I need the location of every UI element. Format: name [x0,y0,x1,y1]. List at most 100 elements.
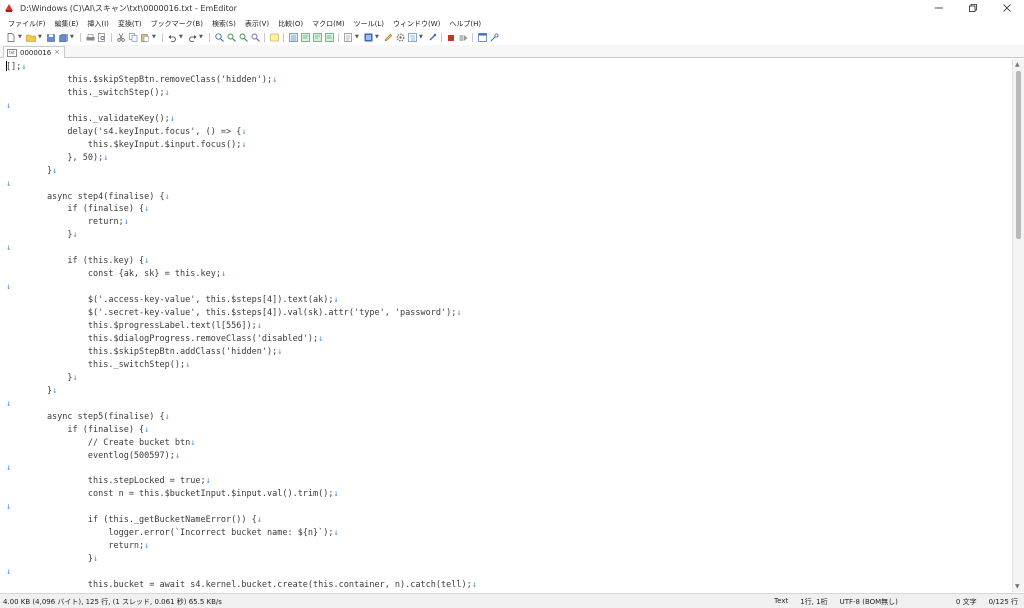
close-button[interactable] [990,0,1024,16]
open-dropdown-caret[interactable]: ▼ [38,33,43,42]
editor-line: if (this._getBucketNameError()) {↓ [6,514,262,527]
editor-line: // Create bucket btn↓ [6,437,195,450]
outline-dropdown-caret[interactable]: ▼ [419,33,424,42]
paste-button[interactable] [140,33,150,42]
wrap-page-icon [324,33,334,42]
newline-mark-icon: ↓ [220,269,227,280]
scroll-up-arrow-icon[interactable]: ▲ [1015,61,1020,68]
menu-macro[interactable]: マクロ(M) [312,19,345,29]
maximize-button[interactable] [956,0,990,16]
undo-dropdown-caret[interactable]: ▼ [179,33,184,42]
newline-mark-icon: ↓ [241,126,247,137]
redo-button[interactable] [187,33,197,42]
menu-search[interactable]: 検索(S) [212,19,236,29]
newline-mark-icon: ↓ [190,437,196,448]
settings-icon [396,33,404,42]
config-dropdown-caret[interactable]: ▼ [375,33,380,42]
menu-insert[interactable]: 挿入(I) [87,19,109,29]
minimize-button[interactable] [922,0,956,16]
cursor-position-status[interactable]: 1行, 1桁 [800,597,827,607]
open-file-button[interactable] [26,33,36,42]
font-dropdown-caret[interactable]: ▼ [355,33,360,42]
plugin-button[interactable] [489,33,499,42]
find-button[interactable] [214,33,224,42]
paste-dropdown-caret[interactable]: ▼ [152,33,157,42]
wrap-none-button[interactable] [288,33,298,42]
newline-mark-icon: ↓ [144,256,150,267]
menu-convert[interactable]: 変換(T) [118,19,142,29]
outline-button[interactable] [407,33,417,42]
save-button[interactable] [46,33,56,42]
record-macro-button[interactable] [446,33,456,42]
paste-icon [141,34,149,42]
mode-status[interactable]: Text [774,597,788,607]
newline-mark-icon: ↓ [6,463,12,474]
menu-tools[interactable]: ツール(L) [354,19,384,29]
text-editor-area[interactable]: [];↓ this.$skipStepBtn.removeClass('hidd… [0,59,1012,592]
save-all-button[interactable] [58,33,68,42]
scrollbar-thumb[interactable] [1016,71,1021,239]
scissors-icon [117,33,125,42]
print-button[interactable] [85,33,95,42]
menu-view[interactable]: 表示(V) [245,19,269,29]
menu-edit[interactable]: 編集(E) [55,19,79,29]
find-prev-button[interactable] [238,33,248,42]
editor-line: }↓ [6,553,98,566]
cut-button[interactable] [116,33,126,42]
newline-mark-icon: ↓ [333,295,339,306]
wrap-none-icon [288,33,298,42]
toolbar: ▼ ▼ ▼ ▼ ▼ ▼ ▼ ▼ ▼ [0,31,1024,44]
toolbar-separator [80,33,81,42]
editor-line-text: this._switchStep(); [6,87,165,98]
save-dropdown-caret[interactable]: ▼ [70,33,75,42]
scroll-down-arrow-icon[interactable]: ▼ [1015,583,1020,590]
redo-dropdown-caret[interactable]: ▼ [199,33,204,42]
menu-bookmark[interactable]: ブックマーク(B) [151,19,203,29]
editor-line-text: return; [6,217,124,228]
minimize-icon [935,7,943,9]
wrap-chars-button[interactable] [300,33,310,42]
editor-line-text: $('.access-key-value', this.$steps[4]).t… [6,295,334,306]
highlight-button[interactable] [269,33,279,42]
config-button[interactable] [363,33,373,42]
editor-line-text: async step4(finalise) { [6,191,165,202]
properties-button[interactable] [395,33,405,42]
newline-mark-icon: ↓ [72,372,78,383]
new-file-button[interactable] [6,33,16,42]
wrap-window-button[interactable] [312,33,322,42]
customize-button[interactable] [383,33,393,42]
newline-mark-icon: ↓ [144,204,150,215]
new-dropdown-caret[interactable]: ▼ [18,33,23,42]
encoding-status[interactable]: UTF-8 (BOM無し) [840,597,898,607]
tab-close-icon[interactable]: × [54,48,60,56]
menu-help[interactable]: ヘルプ(H) [449,19,481,29]
editor-line: delay('s4.keyInput.focus', () => {↓ [6,126,247,139]
newline-mark-icon: ↓ [241,139,247,150]
tab-0000016[interactable]: txt 0000016 × [3,46,65,58]
find-next-icon [227,33,236,42]
vertical-scrollbar[interactable]: ▲ ▼ [1012,59,1024,592]
save-all-icon [58,33,68,42]
undo-button[interactable] [167,33,177,42]
record-icon [448,34,454,41]
copy-button[interactable] [128,33,138,42]
font-button[interactable] [343,33,353,42]
editor-line-text: // Create bucket btn [6,437,191,448]
wrap-page-button[interactable] [324,33,334,42]
find-next-button[interactable] [226,33,236,42]
toolbar-separator [338,33,339,42]
window-button[interactable] [477,33,487,42]
menu-compare[interactable]: 比較(O) [278,19,303,29]
editor-line-text: eventlog(500597); [6,450,175,461]
run-macro-button[interactable] [458,33,468,42]
print-preview-icon [98,33,105,42]
print-preview-button[interactable] [97,33,107,42]
wrap-window-icon [312,33,322,42]
editor-line-text: this.bucket = await s4.kernel.bucket.cre… [6,580,472,590]
menu-file[interactable]: ファイル(F) [8,19,46,29]
editor-line: $('.access-key-value', this.$steps[4]).t… [6,294,339,307]
replace-button[interactable] [250,33,260,42]
marker-button[interactable] [427,33,437,42]
toolbar-separator [264,33,265,42]
menu-window[interactable]: ウィンドウ(W) [393,19,440,29]
